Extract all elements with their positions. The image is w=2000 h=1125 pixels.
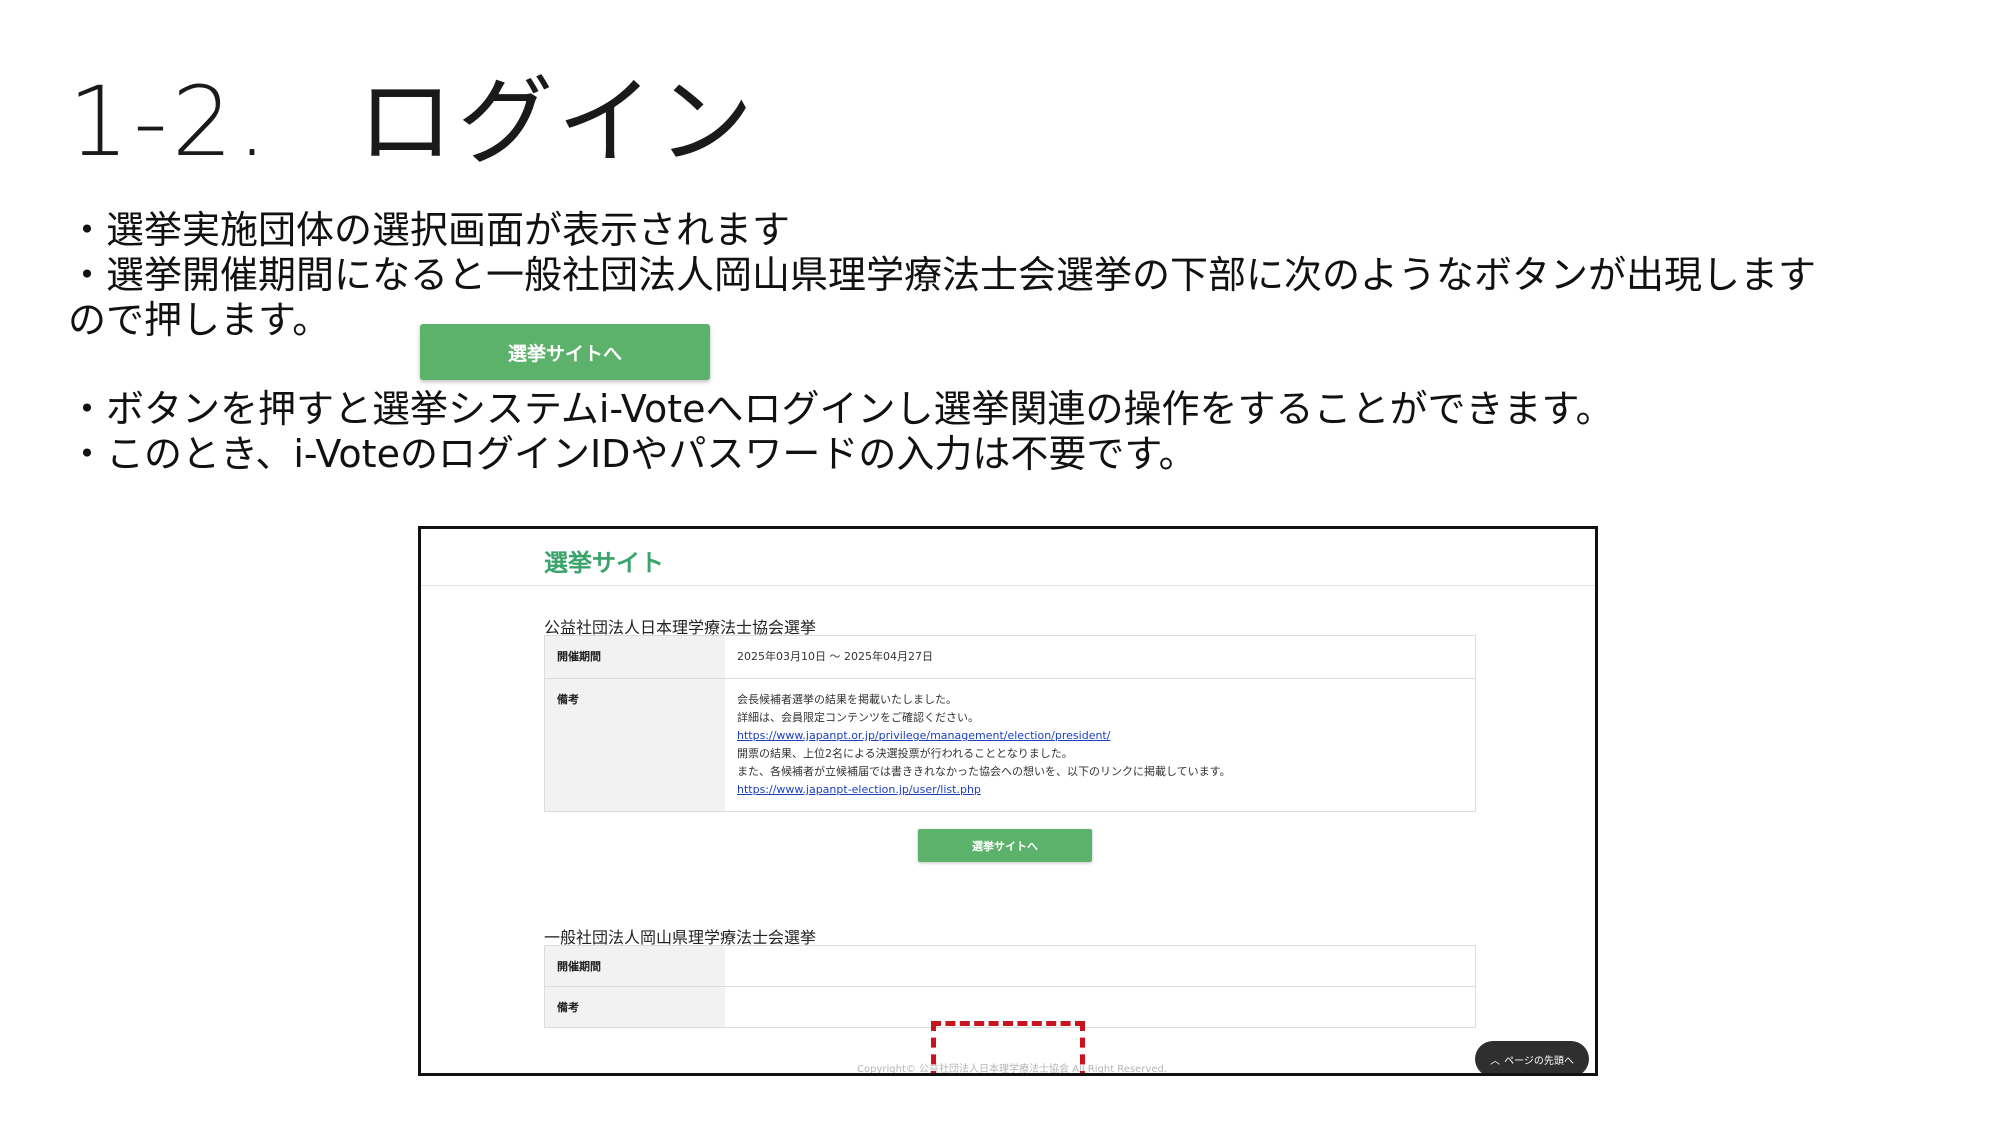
- note-line: また、各候補者が立候補届では書ききれなかった協会への想いを、以下のリンクに掲載し…: [737, 765, 1231, 778]
- button-highlight-box: [931, 1021, 1085, 1073]
- table-row: 開催期間 2025年03月10日 ～ 2025年04月27日: [545, 636, 1475, 678]
- notes-value: 会長候補者選挙の結果を掲載いたしました。 詳細は、会員限定コンテンツをご確認くだ…: [725, 679, 1475, 811]
- note-line: 会長候補者選挙の結果を掲載いたしました。: [737, 693, 957, 706]
- site-title: 選挙サイト: [544, 549, 664, 577]
- table-row: 開催期間: [545, 946, 1475, 986]
- period-label: 開催期間: [545, 636, 725, 678]
- notes-label: 備考: [545, 987, 725, 1027]
- bullet-item: ・このとき、i-VoteのログインIDやパスワードの入力は不要です。: [68, 432, 1197, 476]
- slide-title-text: ログイン: [357, 66, 758, 178]
- notes-value: [725, 987, 1475, 1027]
- election-info-table-japanpt: 開催期間 2025年03月10日 ～ 2025年04月27日 備考 会長候補者選…: [544, 635, 1476, 812]
- bullet-item: ・ボタンを押すと選挙システムi-Voteへログインし選挙関連の操作をすることがで…: [68, 387, 1614, 431]
- candidate-list-link[interactable]: https://www.japanpt-election.jp/user/lis…: [737, 781, 1463, 799]
- period-label: 開催期間: [545, 946, 725, 986]
- period-value: 2025年03月10日 ～ 2025年04月27日: [737, 650, 933, 663]
- election-site-button[interactable]: 選挙サイトへ: [918, 829, 1092, 862]
- page-top-label: ページの先頭へ: [1504, 1055, 1574, 1067]
- president-election-link[interactable]: https://www.japanpt.or.jp/privilege/mana…: [737, 727, 1463, 745]
- period-value: [725, 946, 1475, 986]
- slide-title: 1-2. ログイン: [68, 44, 757, 183]
- table-row: 備考 会長候補者選挙の結果を掲載いたしました。 詳細は、会員限定コンテンツをご確…: [545, 678, 1475, 811]
- page-top-button[interactable]: ︿ ページの先頭へ: [1475, 1041, 1589, 1073]
- bullet-item: ので押します。: [68, 298, 331, 342]
- bullet-list: ・選挙実施団体の選択画面が表示されます ・選挙開催期間になると一般社団法人岡山県…: [68, 208, 1828, 477]
- chevron-up-icon: ︿: [1490, 1055, 1501, 1067]
- slide-title-number: 1-2.: [68, 66, 272, 178]
- bullet-gap: [68, 343, 1828, 387]
- note-line: 詳細は、会員限定コンテンツをご確認ください。: [737, 711, 979, 724]
- bullet-item: ・選挙開催期間になると一般社団法人岡山県理学療法士会選挙の下部に次のようなボタン…: [68, 253, 1817, 297]
- election-info-table-okayama: 開催期間 備考: [544, 945, 1476, 1028]
- note-line: 開票の結果、上位2名による決選投票が行われることとなりました。: [737, 747, 1073, 760]
- sample-election-site-button[interactable]: 選挙サイトへ: [420, 324, 710, 380]
- embedded-screenshot: 選挙サイト 公益社団法人日本理学療法士協会選挙 開催期間 2025年03月10日…: [418, 526, 1598, 1076]
- notes-label: 備考: [545, 679, 725, 811]
- bullet-item: ・選挙実施団体の選択画面が表示されます: [68, 208, 791, 252]
- header-divider: [421, 585, 1595, 586]
